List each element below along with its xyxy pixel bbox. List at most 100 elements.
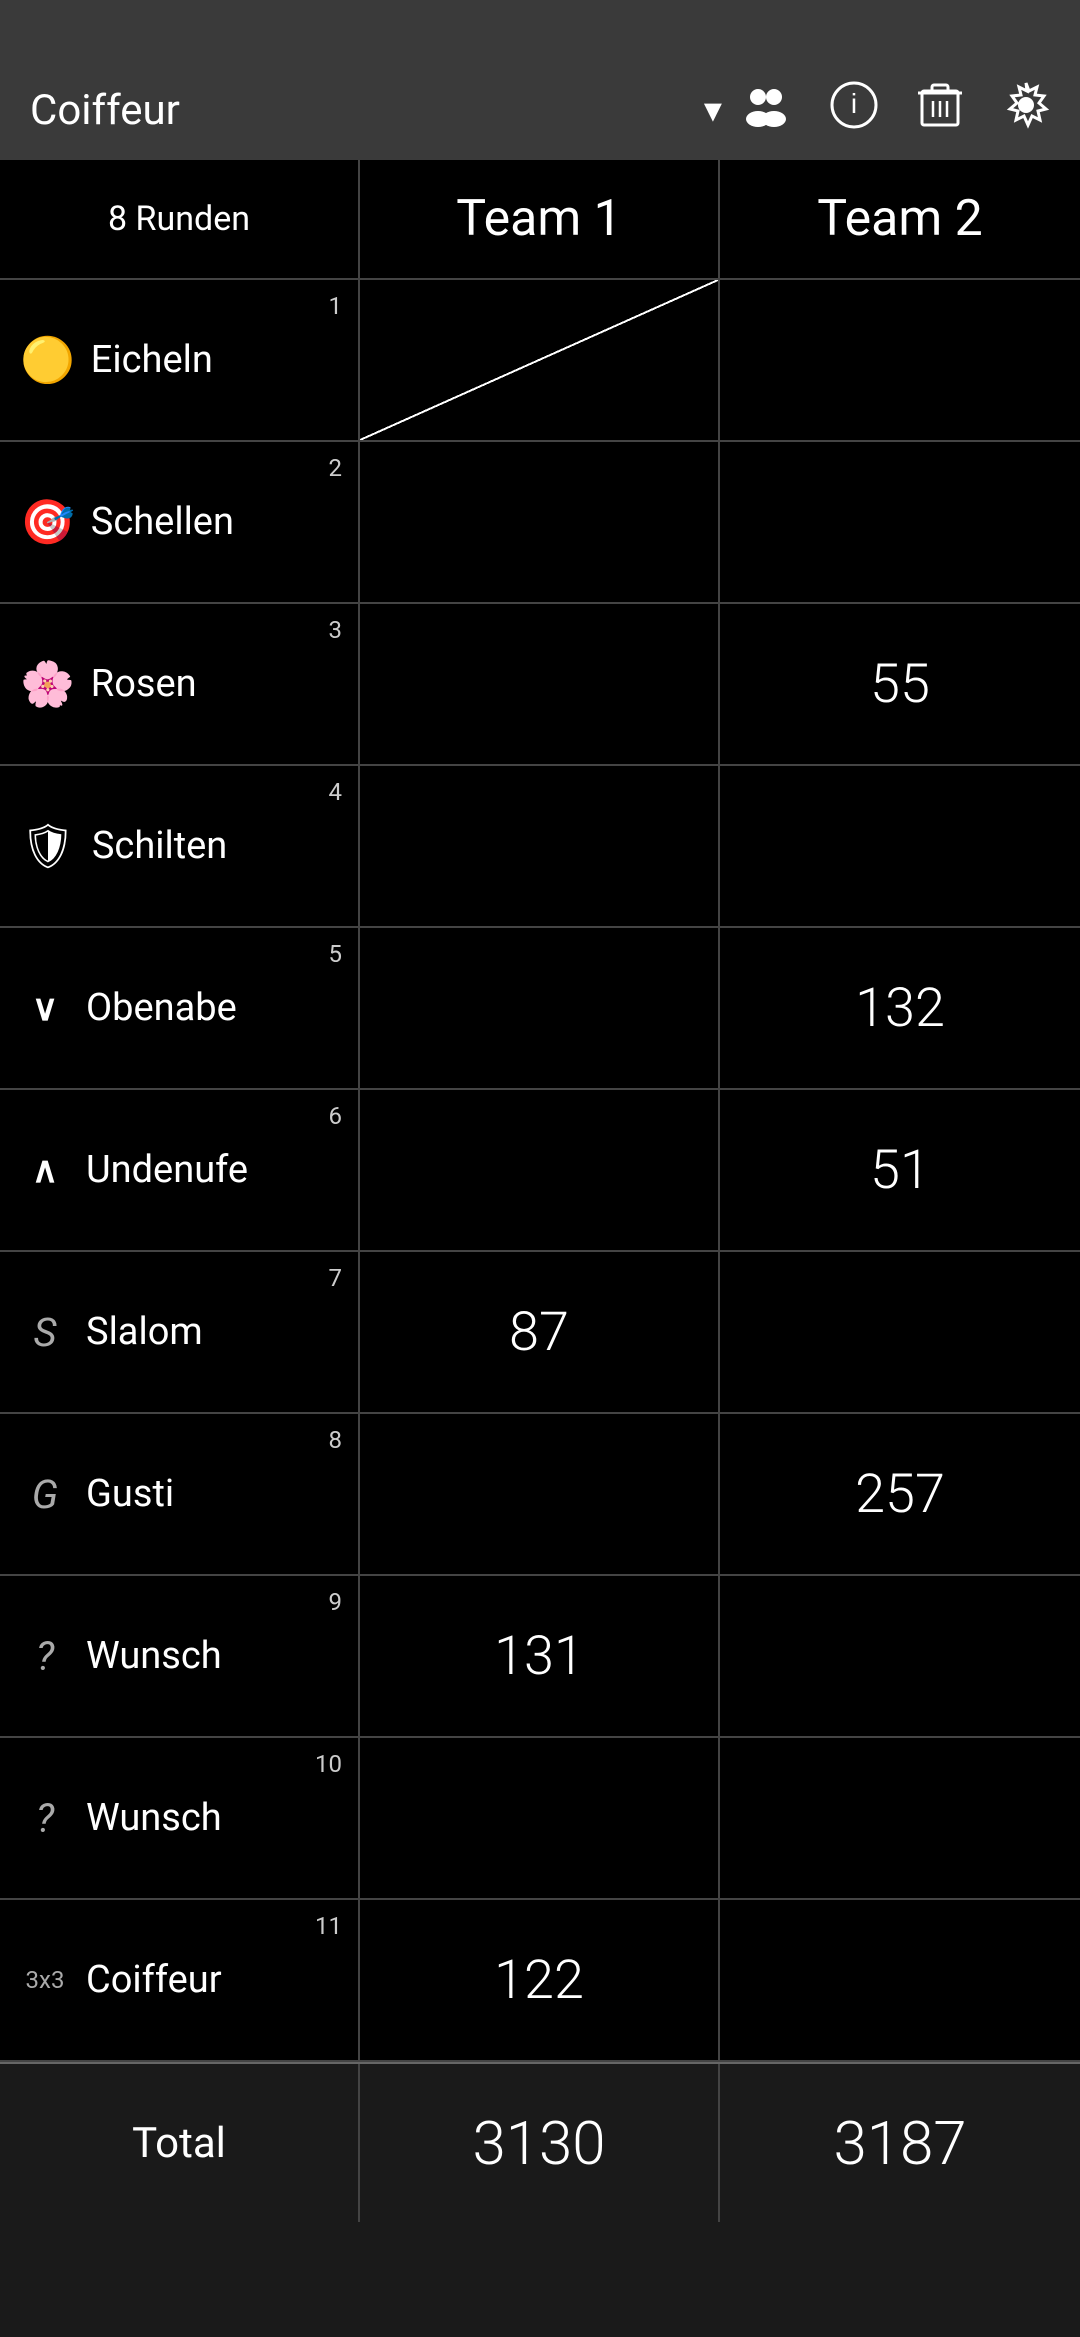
table-row: ∧ Undenufe 6 51 <box>0 1090 1080 1252</box>
wunsch2-icon: ? <box>20 1795 70 1842</box>
slalom-team1-value: 87 <box>509 1301 569 1364</box>
row-number: 6 <box>329 1102 343 1130</box>
data-cell-eicheln-team1[interactable] <box>360 280 720 440</box>
eicheln-icon: 🟡 <box>20 334 75 386</box>
obenabe-team2-value: 132 <box>855 977 945 1040</box>
row-label-slalom: S Slalom 7 <box>0 1252 360 1412</box>
total-label: Total <box>0 2064 360 2222</box>
toolbar: Coiffeur ▾ i <box>0 60 1080 160</box>
group-icon[interactable] <box>742 81 790 140</box>
row-label-coiffeur: 3x3 Coiffeur 11 <box>0 1900 360 2060</box>
data-cell-schellen-team1[interactable] <box>360 442 720 602</box>
row-label-text: Gusti <box>86 1472 174 1516</box>
data-cell-obenabe-team2[interactable]: 132 <box>720 928 1080 1088</box>
data-cell-undenufe-team2[interactable]: 51 <box>720 1090 1080 1250</box>
undenufe-team2-value: 51 <box>870 1139 930 1202</box>
rosen-team2-value: 55 <box>870 653 930 716</box>
data-cell-rosen-team2[interactable]: 55 <box>720 604 1080 764</box>
total-team2: 3187 <box>720 2064 1080 2222</box>
rosen-icon: 🌸 <box>20 658 75 710</box>
row-label-text: Schilten <box>92 824 227 868</box>
data-cell-coiffeur-team2[interactable] <box>720 1900 1080 2060</box>
row-number: 8 <box>329 1426 343 1454</box>
row-label-text: Wunsch <box>86 1634 222 1678</box>
total-team1: 3130 <box>360 2064 720 2222</box>
data-cell-slalom-team1[interactable]: 87 <box>360 1252 720 1412</box>
data-cell-eicheln-team2[interactable] <box>720 280 1080 440</box>
data-cell-coiffeur-team1[interactable]: 122 <box>360 1900 720 2060</box>
toolbar-icons: i <box>742 81 1050 140</box>
row-label-wunsch1: ? Wunsch 9 <box>0 1576 360 1736</box>
row-number: 7 <box>329 1264 343 1292</box>
row-number: 10 <box>315 1750 342 1778</box>
data-cell-wunsch2-team1[interactable] <box>360 1738 720 1898</box>
row-number: 4 <box>329 778 343 806</box>
table-row: G Gusti 8 257 <box>0 1414 1080 1576</box>
row-label-schilten: 🛡 Schilten 4 <box>0 766 360 926</box>
data-cell-wunsch1-team1[interactable]: 131 <box>360 1576 720 1736</box>
data-cell-gusti-team2[interactable]: 257 <box>720 1414 1080 1574</box>
row-number: 9 <box>329 1588 343 1616</box>
delete-icon[interactable] <box>918 81 962 140</box>
table-row: 🎯 Schellen 2 <box>0 442 1080 604</box>
svg-text:i: i <box>851 88 857 119</box>
table-row: S Slalom 7 87 <box>0 1252 1080 1414</box>
table-container: 8 Runden Team 1 Team 2 🟡 Eicheln 1 🎯 Sch… <box>0 160 1080 2222</box>
table-row: 🛡 Schilten 4 <box>0 766 1080 928</box>
data-cell-rosen-team1[interactable] <box>360 604 720 764</box>
header-rounds: 8 Runden <box>0 160 360 278</box>
data-cell-gusti-team1[interactable] <box>360 1414 720 1574</box>
undenufe-icon: ∧ <box>20 1149 70 1191</box>
table-row: ? Wunsch 9 131 <box>0 1576 1080 1738</box>
total-row: Total 3130 3187 <box>0 2062 1080 2222</box>
header-team1[interactable]: Team 1 <box>360 160 720 278</box>
status-bar <box>0 0 1080 60</box>
row-label-wunsch2: ? Wunsch 10 <box>0 1738 360 1898</box>
wunsch1-icon: ? <box>20 1633 70 1680</box>
wunsch1-team1-value: 131 <box>494 1625 584 1688</box>
row-label-text: Undenufe <box>86 1148 248 1192</box>
data-cell-wunsch2-team2[interactable] <box>720 1738 1080 1898</box>
info-icon[interactable]: i <box>830 81 878 140</box>
table-row: 🌸 Rosen 3 55 <box>0 604 1080 766</box>
data-cell-schellen-team2[interactable] <box>720 442 1080 602</box>
data-cell-schilten-team2[interactable] <box>720 766 1080 926</box>
table-row: 3x3 Coiffeur 11 122 <box>0 1900 1080 2062</box>
row-label-obenabe: ∨ Obenabe 5 <box>0 928 360 1088</box>
row-label-eicheln: 🟡 Eicheln 1 <box>0 280 360 440</box>
coiffeur-team1-value: 122 <box>494 1949 584 2012</box>
data-cell-wunsch1-team2[interactable] <box>720 1576 1080 1736</box>
row-label-gusti: G Gusti 8 <box>0 1414 360 1574</box>
row-number: 1 <box>329 292 343 320</box>
row-number: 2 <box>329 454 343 482</box>
row-number: 3 <box>329 616 343 644</box>
gusti-icon: G <box>20 1471 70 1518</box>
row-label-text: Wunsch <box>86 1796 222 1840</box>
settings-icon[interactable] <box>1002 81 1050 140</box>
table-row: ∨ Obenabe 5 132 <box>0 928 1080 1090</box>
slalom-icon: S <box>20 1309 70 1356</box>
data-cell-undenufe-team1[interactable] <box>360 1090 720 1250</box>
data-cell-obenabe-team1[interactable] <box>360 928 720 1088</box>
row-number: 11 <box>315 1912 342 1940</box>
table-header: 8 Runden Team 1 Team 2 <box>0 160 1080 280</box>
gusti-team2-value: 257 <box>855 1463 945 1526</box>
data-cell-slalom-team2[interactable] <box>720 1252 1080 1412</box>
data-cell-schilten-team1[interactable] <box>360 766 720 926</box>
diagonal-line <box>360 280 718 440</box>
row-label-text: Eicheln <box>91 338 213 382</box>
row-number: 5 <box>329 940 343 968</box>
table-row: 🟡 Eicheln 1 <box>0 280 1080 442</box>
row-label-rosen: 🌸 Rosen 3 <box>0 604 360 764</box>
row-label-text: Slalom <box>86 1310 203 1354</box>
row-label-text: Obenabe <box>86 986 237 1030</box>
row-label-text: Rosen <box>91 662 197 706</box>
header-team2[interactable]: Team 2 <box>720 160 1080 278</box>
row-label-schellen: 🎯 Schellen 2 <box>0 442 360 602</box>
dropdown-icon[interactable]: ▾ <box>704 89 722 131</box>
schilten-icon: 🛡 <box>20 820 76 872</box>
coiffeur-icon: 3x3 <box>20 1966 70 1994</box>
toolbar-title: Coiffeur <box>30 86 684 135</box>
row-label-undenufe: ∧ Undenufe 6 <box>0 1090 360 1250</box>
table-row: ? Wunsch 10 <box>0 1738 1080 1900</box>
